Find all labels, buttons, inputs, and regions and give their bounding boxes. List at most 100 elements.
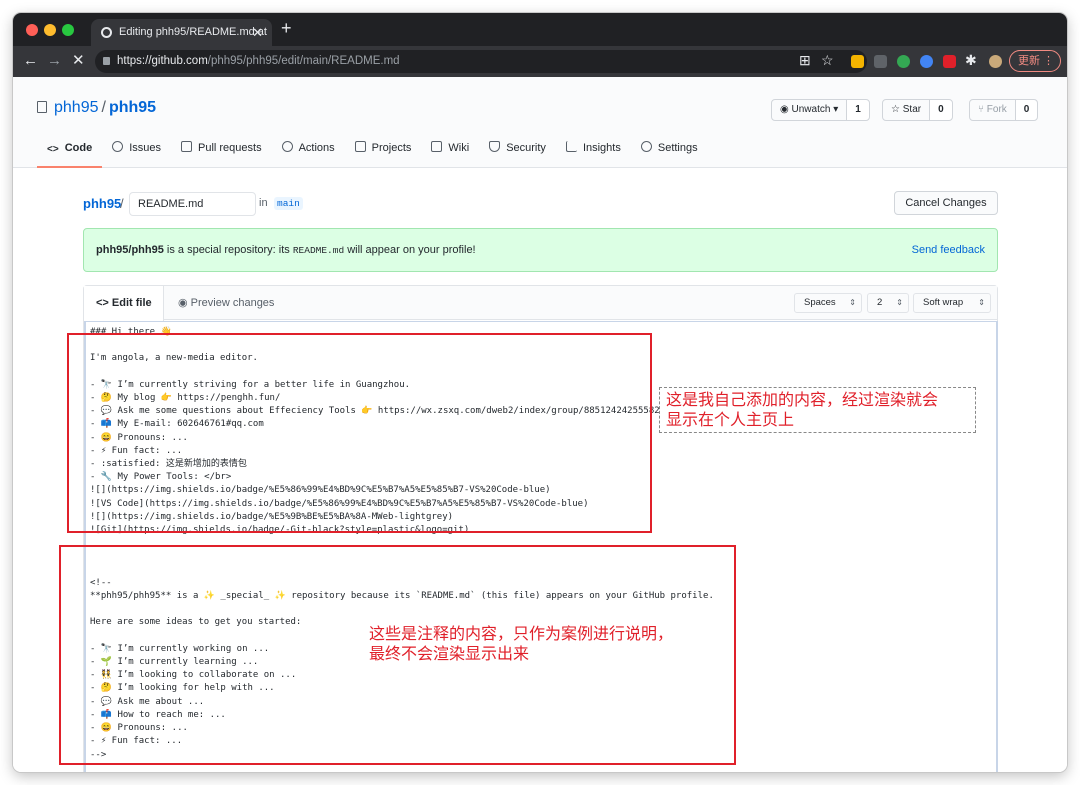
star-count[interactable]: 0 xyxy=(930,100,952,120)
tab-label: Issues xyxy=(129,142,161,154)
repo-title: phh95/phh95 xyxy=(37,99,156,117)
tab-edit-file[interactable]: <> Edit file xyxy=(84,286,164,321)
annotation-note-added: 这是我自己添加的内容，经过渲染就会 显示在个人主页上 xyxy=(659,387,976,433)
repo-owner-link[interactable]: phh95 xyxy=(54,99,99,116)
address-bar[interactable]: https://github.com/phh95/phh95/edit/main… xyxy=(95,50,867,73)
indent-mode-select[interactable]: Spaces ⇕ xyxy=(794,293,862,313)
breadcrumb-separator: / xyxy=(120,196,124,211)
annotation-box-added-content xyxy=(67,333,652,533)
tab-label: Projects xyxy=(371,142,412,154)
tab-security[interactable]: Security xyxy=(479,137,556,168)
repo-icon xyxy=(37,101,47,113)
tab-label: Security xyxy=(506,142,546,154)
url-host: https://github.com xyxy=(117,55,208,67)
new-tab-button[interactable]: + xyxy=(281,18,292,39)
extension-icon[interactable] xyxy=(851,55,864,68)
more-icon: ⋮ xyxy=(1043,55,1054,67)
fork-button[interactable]: ⑂ Fork 0 xyxy=(969,99,1039,121)
tab-issues[interactable]: Issues xyxy=(102,137,171,168)
close-window-button[interactable] xyxy=(26,24,38,36)
tab-preview-changes[interactable]: ◉ Preview changes xyxy=(166,286,286,320)
tab-projects[interactable]: Projects xyxy=(345,137,422,168)
extension-icon[interactable] xyxy=(874,55,887,68)
update-button[interactable]: 更新 ⋮ xyxy=(1009,50,1061,72)
close-tab-icon[interactable]: ✕ xyxy=(252,19,263,46)
wrap-mode-select[interactable]: Soft wrap ⇕ xyxy=(913,293,991,313)
repo-name-link[interactable]: phh95 xyxy=(109,99,156,116)
updown-icon: ⇕ xyxy=(978,298,985,307)
star-label: Star xyxy=(902,104,922,115)
annotation-text: 显示在个人主页上 xyxy=(666,410,795,429)
indent-size-select[interactable]: 2 ⇕ xyxy=(867,293,909,313)
tab-settings[interactable]: Settings xyxy=(631,137,708,168)
page-content: phh95/phh95 ◉ Unwatch ▾ 1 ☆ Star 0 ⑂ For… xyxy=(13,77,1067,772)
select-value: Spaces xyxy=(804,297,836,308)
code-icon: <> xyxy=(96,297,112,309)
eye-icon: ◉ xyxy=(178,297,191,309)
minimize-window-button[interactable] xyxy=(44,24,56,36)
special-repo-banner: phh95/phh95 is a special repository: its… xyxy=(83,228,998,272)
watch-label: Unwatch xyxy=(791,104,831,115)
select-value: Soft wrap xyxy=(923,297,964,308)
repo-nav: <> Code Issues Pull requests Actions Proj… xyxy=(37,137,708,168)
extension-icon[interactable] xyxy=(920,55,933,68)
fork-count[interactable]: 0 xyxy=(1015,100,1038,120)
extension-icon[interactable] xyxy=(943,55,956,68)
annotation-text: 最终不会渲染显示出来 xyxy=(369,644,530,663)
send-feedback-link[interactable]: Send feedback xyxy=(912,229,985,271)
loading-icon xyxy=(101,27,112,38)
annotation-text: 这些是注释的内容，只作为案例进行说明， xyxy=(369,624,674,643)
banner-text: is a special repository: its xyxy=(163,244,293,256)
star-button[interactable]: ☆ Star 0 xyxy=(882,99,953,121)
back-button[interactable]: ← xyxy=(23,52,38,70)
code-icon: <> xyxy=(47,144,59,155)
banner-code: README.md xyxy=(292,245,345,256)
shield-icon xyxy=(489,141,501,152)
tab-wiki[interactable]: Wiki xyxy=(421,137,479,168)
tab-label: Settings xyxy=(657,142,698,154)
extension-icon[interactable] xyxy=(897,55,910,68)
banner-repo: phh95/phh95 xyxy=(96,244,164,256)
tab-actions[interactable]: Actions xyxy=(272,137,345,168)
gear-icon xyxy=(640,141,652,152)
watch-count[interactable]: 1 xyxy=(847,100,869,120)
tab-title: Editing phh95/README.md at xyxy=(119,26,267,38)
play-icon xyxy=(281,141,293,152)
browser-tab-bar: Editing phh95/README.md at ✕ + xyxy=(13,13,1067,46)
filename-input[interactable] xyxy=(129,192,256,216)
browser-window: Editing phh95/README.md at ✕ + ← → ✕ htt… xyxy=(13,13,1067,772)
book-icon xyxy=(431,141,443,152)
cancel-changes-button[interactable]: Cancel Changes xyxy=(894,191,998,215)
breadcrumb-owner[interactable]: phh95 xyxy=(83,196,121,211)
bookmark-star-icon[interactable]: ☆ xyxy=(821,52,834,69)
tab-label: Wiki xyxy=(448,142,470,154)
edit-header: phh95 / in main Cancel Changes xyxy=(83,191,998,217)
tab-code[interactable]: <> Code xyxy=(37,137,103,168)
graph-icon xyxy=(565,141,577,152)
select-value: 2 xyxy=(877,297,883,308)
tab-pull-requests[interactable]: Pull requests xyxy=(171,137,272,168)
stop-loading-button[interactable]: ✕ xyxy=(72,52,85,70)
tab-label: Actions xyxy=(298,142,335,154)
repo-header: phh95/phh95 ◉ Unwatch ▾ 1 ☆ Star 0 ⑂ For… xyxy=(13,77,1067,168)
update-label: 更新 xyxy=(1018,55,1040,67)
forward-button[interactable]: → xyxy=(47,52,62,70)
tab-label: Insights xyxy=(582,142,621,154)
watch-button[interactable]: ◉ Unwatch ▾ 1 xyxy=(771,99,870,121)
puzzle-icon[interactable]: ✱ xyxy=(965,52,977,69)
editor-tabs: <> Edit file ◉ Preview changes Spaces ⇕ 2… xyxy=(84,286,997,321)
browser-tab[interactable]: Editing phh95/README.md at ✕ xyxy=(91,19,272,46)
fork-label: Fork xyxy=(986,104,1007,115)
tab-insights[interactable]: Insights xyxy=(556,137,631,168)
translate-icon[interactable]: ⊞ xyxy=(799,52,811,69)
tab-label: Preview changes xyxy=(190,297,275,309)
browser-toolbar: ← → ✕ https://github.com/phh95/phh95/edi… xyxy=(13,46,1067,77)
branch-name: main xyxy=(274,197,303,210)
updown-icon: ⇕ xyxy=(896,298,903,307)
lock-icon xyxy=(103,57,110,65)
in-label: in xyxy=(259,197,268,209)
star-icon: ☆ xyxy=(891,104,903,115)
banner-text-after: will appear on your profile! xyxy=(344,244,476,256)
avatar[interactable] xyxy=(989,55,1002,68)
maximize-window-button[interactable] xyxy=(62,24,74,36)
